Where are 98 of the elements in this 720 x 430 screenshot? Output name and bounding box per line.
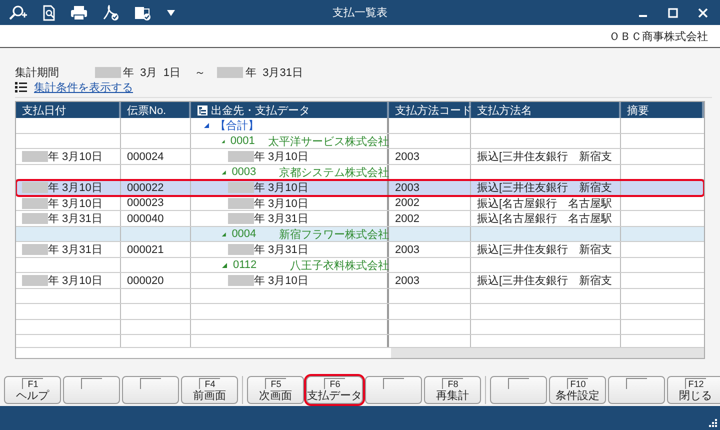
table-cell-text: 年 3月31日 <box>254 243 308 257</box>
blurred-year <box>95 66 121 78</box>
payee-name: 新宿フラワー株式会社 <box>279 228 389 242</box>
table-cell-text: 年 3月10日 <box>254 196 308 210</box>
blank-function-key[interactable] <box>490 376 547 404</box>
function-key-button[interactable]: F12 閉じる <box>667 376 720 404</box>
table-cell: 2003 <box>395 244 420 256</box>
table-row[interactable]: 年 3月31日 000040 年 3月31日 2002 振込[名古屋銀行 名古屋駅 <box>16 211 704 226</box>
table-cell-text: 年 3月10日 <box>254 150 308 164</box>
table-cell-text: 年 3月31日 <box>254 212 308 226</box>
blurred-year <box>22 151 48 162</box>
blank-function-key[interactable] <box>122 376 179 404</box>
expanded-triangle-icon[interactable] <box>203 122 210 129</box>
table-cell: 000040 <box>127 212 164 224</box>
spreadsheet-check-icon[interactable] <box>134 4 152 20</box>
period-separator: ～ <box>194 66 206 80</box>
table-cell: 000023 <box>127 197 164 209</box>
blurred-year <box>228 151 254 162</box>
payee-name: 八王子衣料株式会社 <box>290 258 389 272</box>
table-cell-text: 振込[名古屋銀行 名古屋駅 <box>477 212 612 226</box>
total-label: 【合計】 <box>215 118 259 133</box>
window-title: 支払一覧表 <box>332 6 388 20</box>
blurred-year <box>228 198 254 208</box>
table-row[interactable]: 年 3月10日 000020 年 3月10日 2003 振込[三井住友銀行 新宿支 <box>16 273 704 288</box>
table-row[interactable]: 【合計】 <box>16 118 704 134</box>
blurred-year <box>228 275 254 286</box>
blank-function-key[interactable] <box>365 376 422 404</box>
function-key-button[interactable]: F8 再集計 <box>424 376 481 404</box>
table-cell: 000024 <box>127 150 164 162</box>
payee-code: 0001 <box>230 135 256 147</box>
blurred-year <box>217 66 244 78</box>
table-cell: 2003 <box>395 150 420 162</box>
company-name: ＯＢＣ商事株式会社 <box>609 30 708 44</box>
table-cell-text: 年 3月10日 <box>48 196 102 210</box>
resize-grip-icon[interactable] <box>709 419 717 427</box>
pdf-check-icon[interactable] <box>102 4 120 20</box>
show-conditions-link[interactable]: 集計条件を表示する <box>34 80 133 94</box>
table-cell-text: 年 3月10日 <box>48 150 102 164</box>
blurred-year <box>22 275 48 286</box>
blurred-year <box>228 213 254 224</box>
zoom-in-icon[interactable] <box>8 4 28 20</box>
expanded-triangle-icon[interactable] <box>221 138 226 144</box>
period-from: 年 3月 1日 <box>123 66 180 80</box>
function-key-button[interactable]: F1 ヘルプ <box>4 376 61 404</box>
period-to: 年 3月31日 <box>245 66 303 80</box>
table-cell: 2002 <box>395 212 420 224</box>
table-cell-text: 振込[三井住友銀行 新宿支 <box>477 180 612 195</box>
table-row[interactable]: 0001 太平洋サービス株式会社 <box>16 134 704 149</box>
payee-code: 0003 <box>232 166 258 178</box>
maximize-icon[interactable] <box>668 8 678 18</box>
tree-icon <box>197 104 208 116</box>
blurred-year <box>228 182 254 193</box>
table-cell-text: 振込[三井住友銀行 新宿支 <box>477 150 612 164</box>
table-cell-text: 振込[名古屋銀行 名古屋駅 <box>477 196 612 210</box>
blurred-year <box>228 244 254 255</box>
expanded-triangle-icon[interactable] <box>221 168 227 176</box>
list-icon <box>15 82 27 92</box>
table-cell-text: 年 3月10日 <box>254 274 308 288</box>
table-cell-text: 年 3月10日 <box>254 181 308 195</box>
table-row[interactable]: 年 3月10日 000024 年 3月10日 2003 振込[三井住友銀行 新宿支 <box>16 149 704 164</box>
table-cell-text: 年 3月10日 <box>48 274 102 288</box>
table-cell: 000021 <box>127 244 164 256</box>
payee-code: 0004 <box>232 228 258 240</box>
print-icon[interactable] <box>70 4 88 20</box>
dropdown-caret-icon[interactable] <box>166 8 176 16</box>
table-row[interactable]: 0112 八王子衣料株式会社 <box>16 258 704 273</box>
blurred-year <box>22 182 48 193</box>
blurred-year <box>22 244 48 255</box>
table-cell: 2002 <box>395 197 420 209</box>
blank-function-key[interactable] <box>63 376 120 404</box>
table-cell: 2003 <box>395 274 420 286</box>
table-cell: 000020 <box>127 274 164 286</box>
period-label: 集計期間 <box>15 66 60 80</box>
payee-name: 京都システム株式会社 <box>279 166 389 180</box>
table-cell-text: 年 3月31日 <box>48 212 102 226</box>
table-cell: 000022 <box>127 182 164 194</box>
function-key-button[interactable]: F6 支払データ <box>306 376 363 404</box>
preview-icon[interactable] <box>42 4 56 20</box>
blank-function-key[interactable] <box>608 376 665 404</box>
table-row[interactable]: 年 3月10日 000022 年 3月10日 2003 振込[三井住友銀行 新宿支 <box>16 180 704 196</box>
table-row[interactable]: 0004 新宿フラワー株式会社 <box>16 226 704 242</box>
table-cell-text: 振込[三井住友銀行 新宿支 <box>477 242 612 257</box>
expanded-triangle-icon[interactable] <box>221 230 227 238</box>
table-cell: 2003 <box>395 182 420 194</box>
table-row[interactable]: 年 3月31日 000021 年 3月31日 2003 振込[三井住友銀行 新宿支 <box>16 242 704 258</box>
payee-code: 0112 <box>233 259 258 271</box>
horizontal-scrollbar[interactable] <box>391 348 704 358</box>
table-cell-text: 振込[三井住友銀行 新宿支 <box>477 274 612 288</box>
function-key-button[interactable]: F10 条件設定 <box>549 376 606 404</box>
function-key-button[interactable]: F4 前画面 <box>181 376 238 404</box>
table-cell-text: 年 3月31日 <box>48 243 102 257</box>
table-cell-text: 年 3月10日 <box>48 181 102 195</box>
expanded-triangle-icon[interactable] <box>221 262 228 268</box>
blurred-year <box>22 213 48 224</box>
blurred-year <box>22 198 48 208</box>
payee-name: 太平洋サービス株式会社 <box>268 134 389 148</box>
close-icon[interactable] <box>698 8 708 18</box>
function-key-button[interactable]: F5 次画面 <box>247 376 304 404</box>
